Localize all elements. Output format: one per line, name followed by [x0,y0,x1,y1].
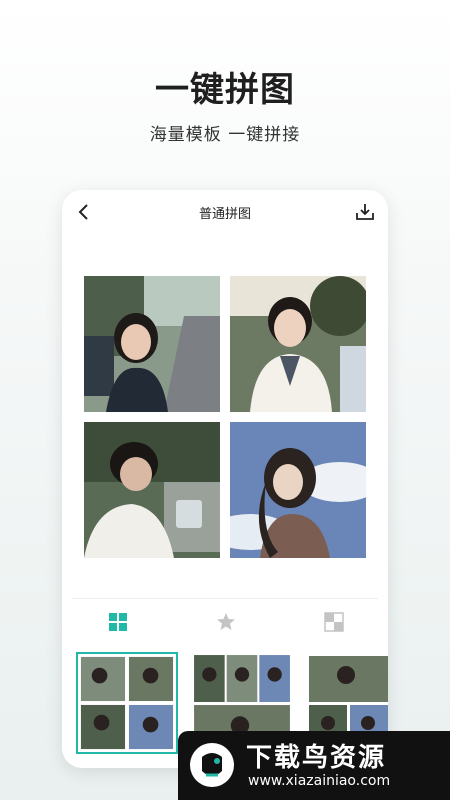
tab-border[interactable] [323,611,345,633]
photo-boy-glass [84,422,220,558]
promo-subtitle: 海量模板 一键拼接 [149,125,301,145]
sticker-star-icon [217,613,235,630]
collage-photo-4[interactable] [230,422,366,558]
grid-layout-icon [109,613,127,631]
collage-photo-2[interactable] [230,276,366,412]
download-icon [356,204,374,220]
tool-tabbar [72,598,378,638]
border-checker-icon [324,612,344,632]
watermark-banner: 下载鸟资源 www.xiazainiao.com [178,731,450,800]
tab-layout[interactable] [107,611,129,633]
photo-street-girl [84,276,220,412]
collage-photo-1[interactable] [84,276,220,412]
watermark-url: www.xiazainiao.com [248,773,391,789]
bird-logo-icon [190,743,234,787]
watermark-title: 下载鸟资源 [246,743,387,773]
download-button[interactable] [354,201,376,223]
collage-canvas[interactable] [84,276,366,558]
template-4-grid[interactable] [76,652,178,754]
phone-screen: 普通拼图 [62,190,388,768]
screen-title: 普通拼图 [198,207,251,222]
photo-girl-sky [230,422,366,558]
promo-title: 一键拼图 [155,70,295,110]
top-bar: 普通拼图 [62,190,388,234]
photo-boy-vest [230,276,366,412]
collage-photo-3[interactable] [84,422,220,558]
tab-sticker[interactable] [215,611,237,633]
template-thumb [78,654,176,752]
